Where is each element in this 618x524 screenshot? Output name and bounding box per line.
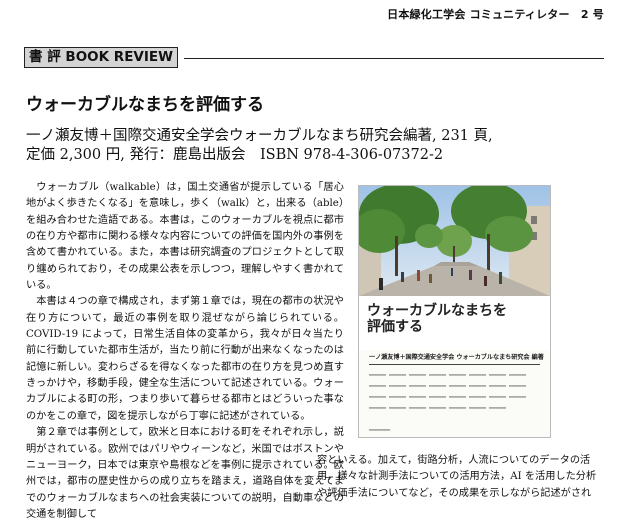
cover-publisher-mark: ▁▁▁▁▁ xyxy=(369,425,391,431)
cover-authors: 一ノ瀬友博＋国際交通安全学会 ウォーカブルなまち研究会 編著 xyxy=(369,354,544,361)
body-paragraph: 第２章では事例として，欧米と日本における町をそれぞれ示し，説明がされている。欧州… xyxy=(26,427,344,520)
meta-line-2: 定価 2,300 円, 発行：鹿島出版会 ISBN 978-4-306-0737… xyxy=(26,147,444,163)
newsletter-header: 日本緑化工学会 コミュニティレター 2 号 xyxy=(387,8,604,21)
review-body-left: ウォーカブル（walkable）は，国土交通省が提示している「居心地がよく歩きた… xyxy=(26,180,344,523)
meta-line-1: 一ノ瀬友博＋国際交通安全学会ウォーカブルなまち研究会編著, 231 頁, xyxy=(26,128,493,144)
section-label: 書 評 BOOK REVIEW xyxy=(24,47,179,68)
body-paragraph: 本書は４つの章で構成され，まず第１章では，現在の都市の状況や在り方について，最近… xyxy=(26,296,344,422)
cover-title: ウォーカブルなまちを 評価する xyxy=(367,303,507,335)
body-line: 用，様々な計測手法についての活用方法，AI を活用した分析 xyxy=(317,471,597,483)
body-line: 容といえる。加えて，街路分析，人流についてのデータの活 xyxy=(317,455,591,466)
article-title: ウォーカブルなまちを評価する xyxy=(26,95,264,115)
cover-photo xyxy=(359,186,550,296)
cover-title-line-2: 評価する xyxy=(367,319,423,335)
book-metadata: 一ノ瀬友博＋国際交通安全学会ウォーカブルなまち研究会編著, 231 頁, 定価 … xyxy=(26,127,586,165)
body-paragraph: ウォーカブル（walkable）は，国土交通省が提示している「居心地がよく歩きた… xyxy=(26,182,344,292)
cover-divider xyxy=(369,364,540,365)
cover-title-line-1: ウォーカブルなまちを xyxy=(367,303,507,319)
section-divider xyxy=(184,58,604,59)
cover-title-banner: ウォーカブルなまちを 評価する xyxy=(359,296,550,350)
body-line: や評価手法についてなど，その成果を示しながら記述がされ xyxy=(317,487,592,499)
cover-contributor-list: ▁▁▁▁ ▁▁▁▁ ▁▁▁▁ ▁▁▁▁ ▁▁▁▁ ▁▁▁▁ ▁▁▁▁ ▁▁▁▁ ▁▁▁▁ ▁▁▁… xyxy=(369,370,526,409)
review-body-right: 容といえる。加えて，街路分析，人流についてのデータの活 用，様々な計測手法につい… xyxy=(317,453,611,502)
book-cover: ウォーカブルなまちを 評価する 一ノ瀬友博＋国際交通安全学会 ウォーカブルなまち… xyxy=(358,185,551,438)
